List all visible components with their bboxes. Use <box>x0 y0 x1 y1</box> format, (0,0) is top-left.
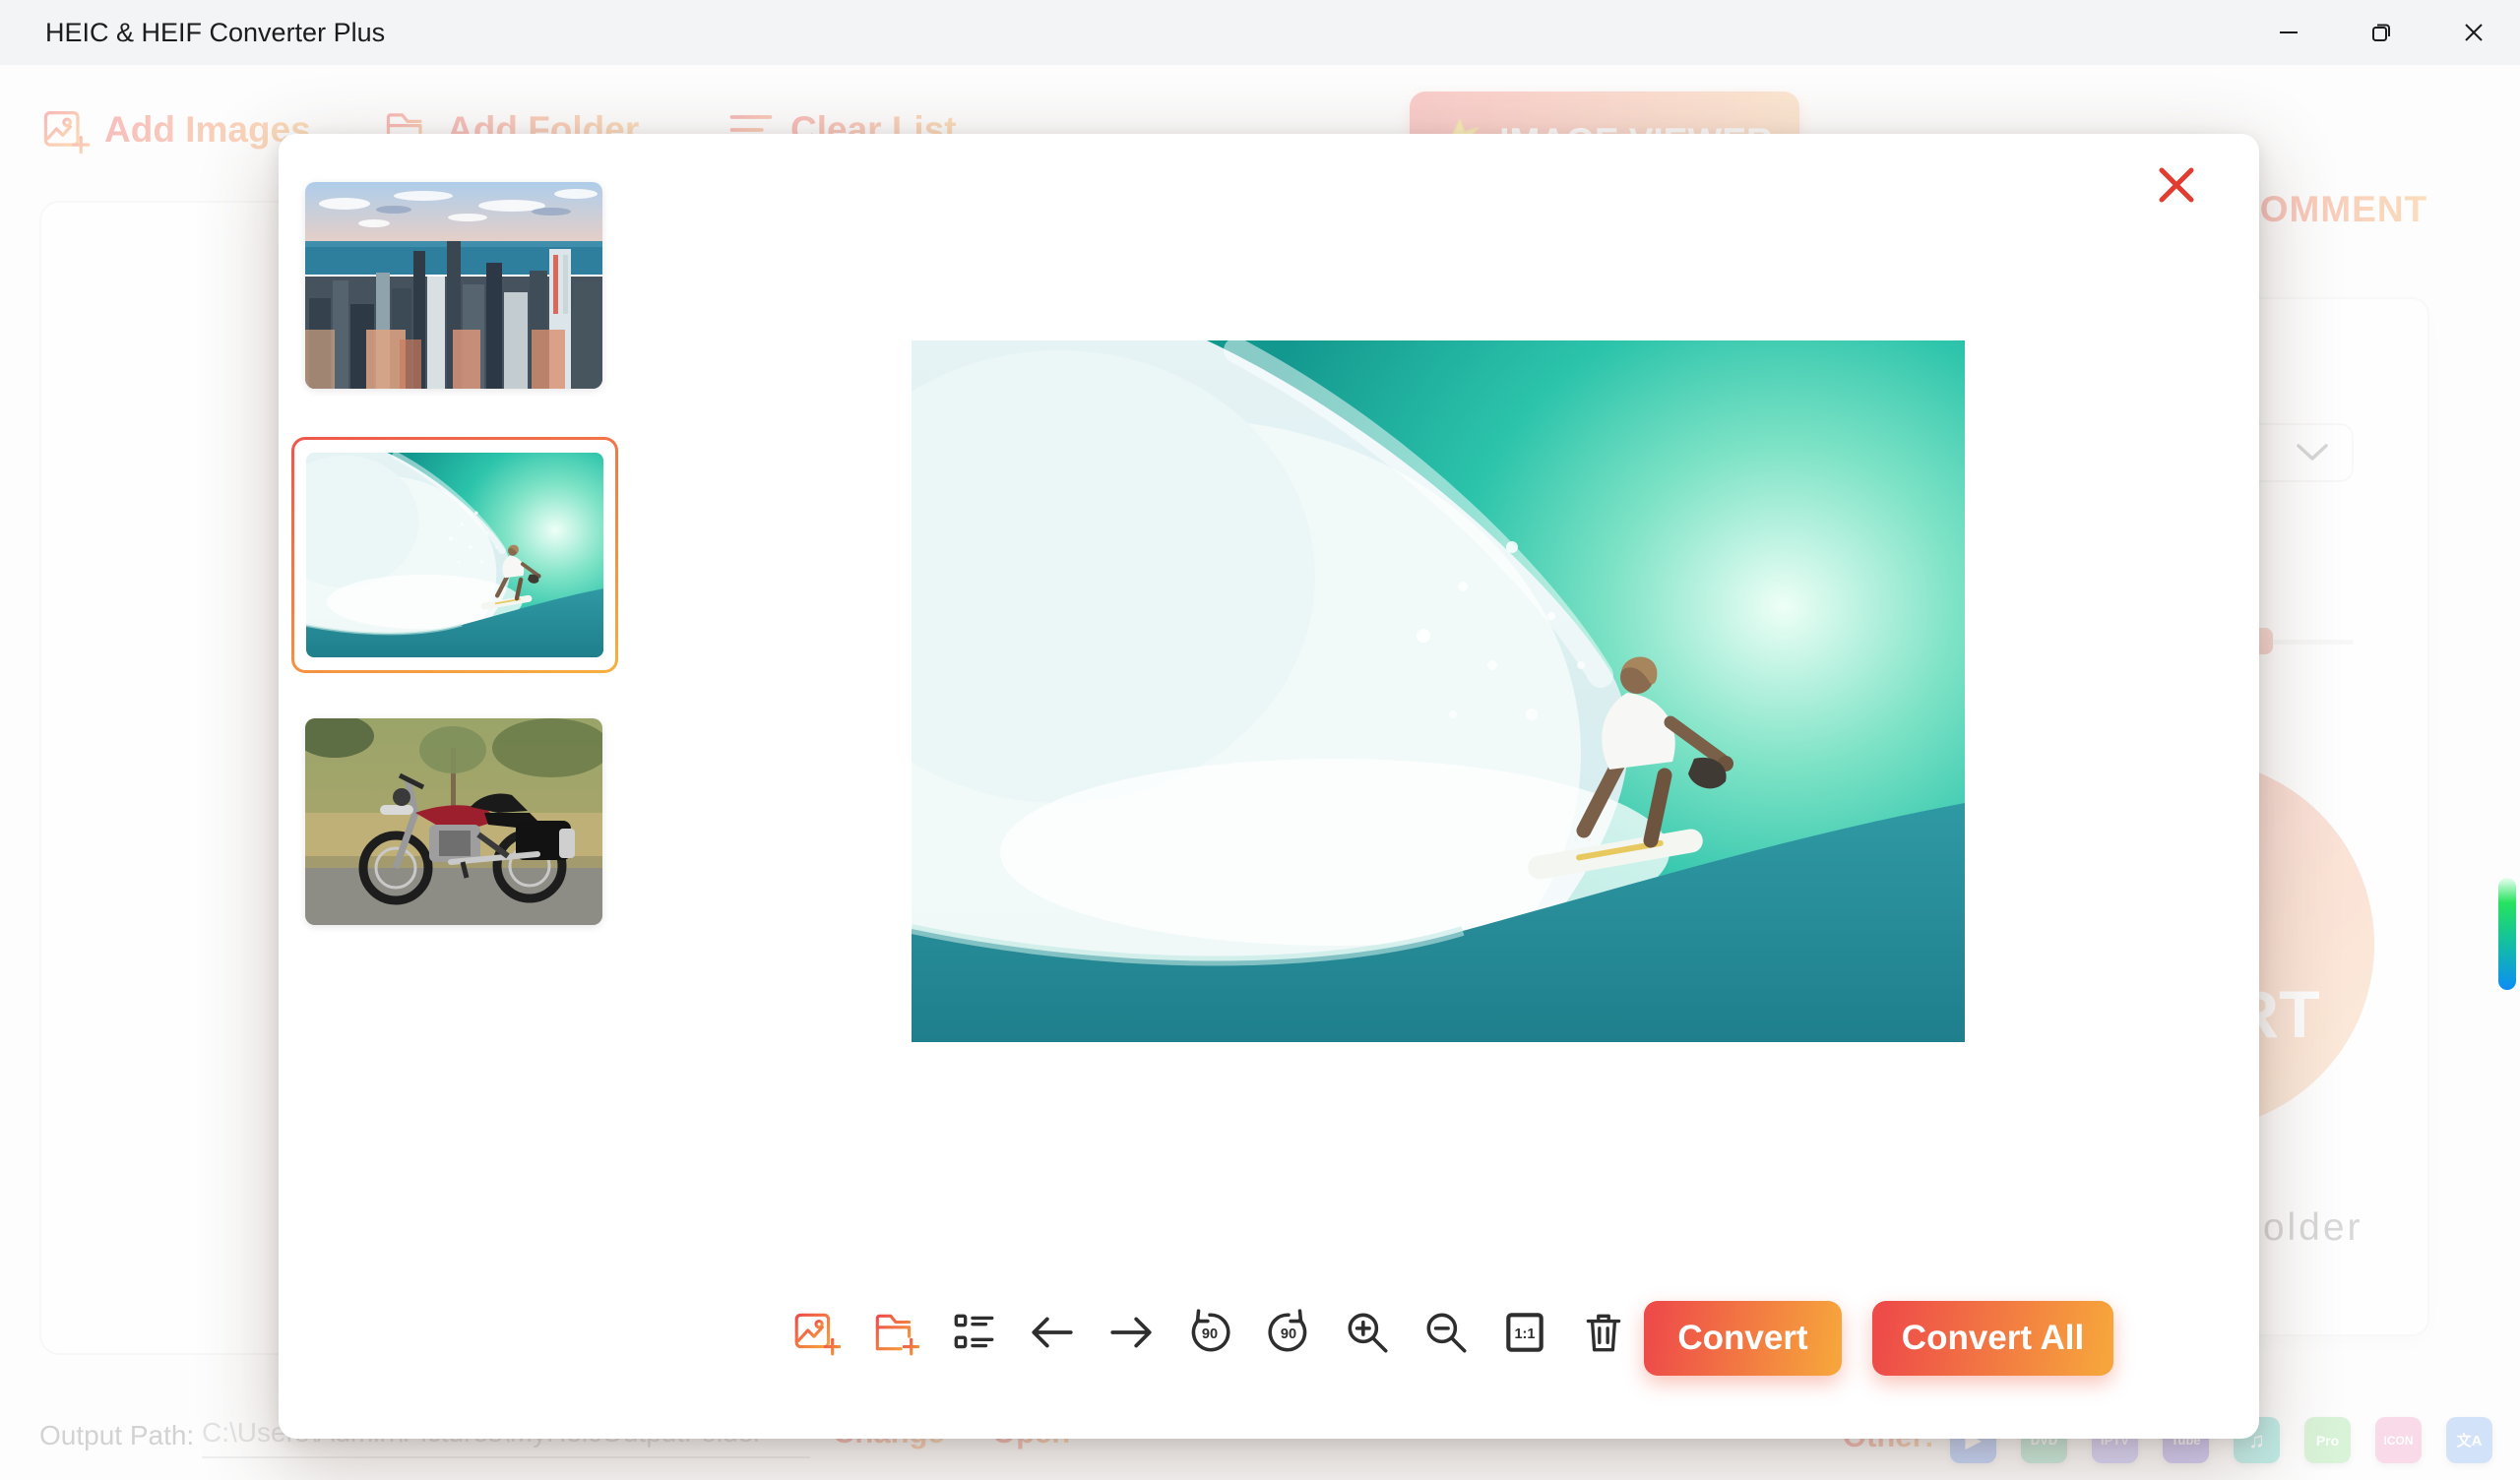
window-title: HEIC & HEIF Converter Plus <box>45 18 385 48</box>
next-image-icon[interactable] <box>1105 1307 1157 1358</box>
add-folder-icon[interactable] <box>869 1307 920 1358</box>
rotate-right-90-icon[interactable]: 90 <box>1263 1307 1314 1358</box>
minimize-icon <box>2277 21 2300 44</box>
delete-image-icon[interactable] <box>1578 1307 1629 1358</box>
main-preview-image <box>912 340 1965 1042</box>
minimize-button[interactable] <box>2242 0 2335 65</box>
actual-size-icon[interactable]: 1:1 <box>1499 1307 1550 1358</box>
thumbnail-city-skyline[interactable] <box>305 182 602 389</box>
close-x-icon <box>2154 162 2199 208</box>
svg-text:1:1: 1:1 <box>1514 1326 1535 1342</box>
restore-icon <box>2369 21 2393 44</box>
thumbnail-surfer-image <box>306 453 603 657</box>
svg-text:90: 90 <box>1281 1326 1296 1342</box>
image-viewer-modal: 90 90 <box>279 134 2259 1439</box>
convert-all-button[interactable]: Convert All <box>1872 1301 2113 1376</box>
convert-button[interactable]: Convert <box>1644 1301 1842 1376</box>
screen-edge-indicator <box>2498 878 2516 990</box>
svg-text:90: 90 <box>1202 1326 1218 1342</box>
maximize-button[interactable] <box>2335 0 2427 65</box>
list-view-icon[interactable] <box>948 1307 999 1358</box>
zoom-in-icon[interactable] <box>1342 1307 1393 1358</box>
app-window: HEIC & HEIF Converter Plus Add <box>0 0 2520 1480</box>
viewer-toolbar: 90 90 <box>790 1307 1629 1358</box>
rotate-left-90-icon[interactable]: 90 <box>1184 1307 1235 1358</box>
add-image-icon[interactable] <box>790 1307 842 1358</box>
thumbnail-motorcycle[interactable] <box>305 718 602 925</box>
previous-image-icon[interactable] <box>1027 1307 1078 1358</box>
modal-close-button[interactable] <box>2151 159 2202 211</box>
zoom-out-icon[interactable] <box>1420 1307 1472 1358</box>
thumbnail-surfer-selected[interactable] <box>291 437 618 673</box>
close-button[interactable] <box>2427 0 2520 65</box>
window-controls <box>2242 0 2520 65</box>
close-icon <box>2462 21 2486 44</box>
titlebar: HEIC & HEIF Converter Plus <box>0 0 2520 65</box>
